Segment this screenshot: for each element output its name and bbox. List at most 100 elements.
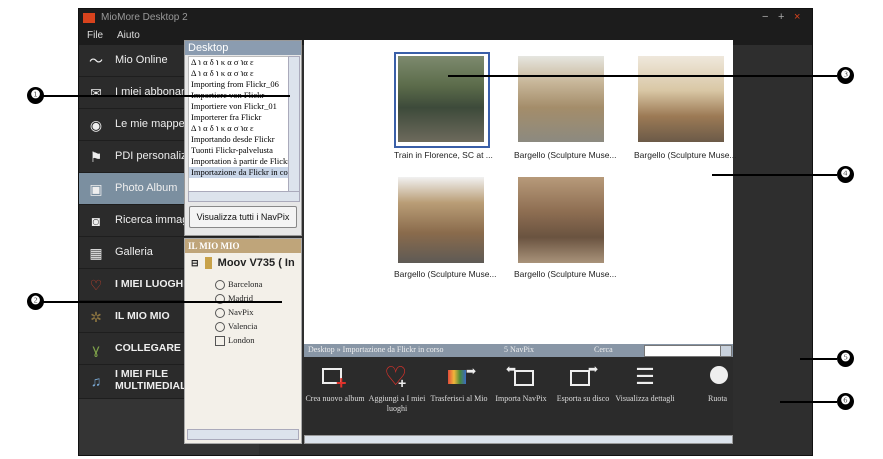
create-album-icon: + — [320, 364, 350, 392]
folder-item[interactable]: Δ ℩ α δ ℩ κ α σ ℩α ε — [189, 123, 289, 134]
action-label: Crea nuovo album — [305, 394, 365, 403]
folder-icon — [215, 336, 225, 347]
photo-image — [638, 56, 724, 142]
tree-item-navpix[interactable]: NavPix — [215, 307, 254, 319]
callout-line-6 — [780, 401, 837, 403]
transfer-icon: ➡ — [444, 364, 476, 390]
photo-image — [518, 177, 604, 263]
folder-item[interactable]: Importation à partir de Flickr — [189, 156, 289, 167]
folder-item[interactable]: Importiere von Flickr_01 — [189, 101, 289, 112]
tree-item-valencia[interactable]: Valencia — [215, 321, 258, 333]
folder-list: Δ ℩ α δ ℩ κ α σ ℩α ε Δ ℩ α δ ℩ κ α σ ℩α … — [188, 56, 290, 192]
photo-thumbnail[interactable] — [394, 173, 490, 269]
export-to-disk-button[interactable]: ➡ Esporta su disco — [552, 361, 614, 404]
tree-item-label: London — [228, 335, 255, 345]
view-all-navpix-button[interactable]: Visualizza tutti i NavPix — [189, 206, 297, 228]
photo-image — [518, 56, 604, 142]
photo-thumbnail[interactable] — [514, 173, 610, 269]
envelope-icon: ✉ — [90, 85, 102, 101]
expand-collapse-icon[interactable]: ⊟ — [191, 258, 199, 268]
flag-icon: ⚑ — [89, 149, 103, 165]
device-node[interactable]: ⊟ Moov V735 ( In — [191, 257, 295, 270]
my-mio-panel: IL MIO MIO ⊟ Moov V735 ( In Barcelona Ma… — [184, 238, 302, 444]
sidebar-item-label: Photo Album — [115, 182, 178, 194]
tree-item-london[interactable]: London — [215, 335, 255, 347]
action-label: Importa NavPix — [495, 394, 547, 403]
app-logo-icon — [83, 13, 95, 23]
callout-line-1 — [42, 95, 290, 97]
folder-item[interactable]: Tuonti Flickr-palvelusta — [189, 145, 289, 156]
search-label: Cerca — [594, 345, 613, 354]
camera-icon: ◙ — [91, 213, 101, 229]
folder-horizontal-scrollbar[interactable] — [188, 191, 300, 202]
sidebar-item-label: Le mie mappe — [115, 118, 185, 130]
rotate-icon — [694, 364, 728, 390]
folder-item[interactable]: Importing from Flickr_06 — [189, 79, 289, 90]
create-album-button[interactable]: + Crea nuovo album — [304, 361, 366, 404]
transfer-to-mio-button[interactable]: ➡ Trasferisci al Mio — [428, 361, 490, 404]
callout-badge-2: ❷ — [27, 293, 44, 310]
menu-file[interactable]: File — [87, 30, 103, 41]
callout-line-3 — [448, 75, 837, 77]
toolbar-horizontal-scrollbar[interactable] — [304, 435, 733, 444]
rotate-button[interactable]: Ruota — [684, 361, 733, 404]
add-to-my-places-button[interactable]: ♡ + Aggiungi a I miei luoghi — [366, 361, 428, 414]
import-navpix-button[interactable]: ⬅ Importa NavPix — [490, 361, 552, 404]
callout-line-4 — [712, 174, 837, 176]
tree-item-label: Valencia — [228, 321, 258, 331]
photo-caption: Bargello (Sculpture Muse... — [394, 269, 497, 279]
folder-item[interactable]: Δ ℩ α δ ℩ κ α σ ℩α ε — [189, 68, 289, 79]
sidebar-item-label: Mio Online — [115, 54, 168, 66]
details-list-icon: ☰ — [635, 364, 655, 389]
folder-panel-title: Desktop — [185, 41, 301, 55]
export-icon: ➡ — [568, 362, 598, 390]
minimize-button[interactable]: − — [762, 11, 768, 23]
photo-caption: Bargello (Sculpture Muse... — [634, 150, 737, 160]
device-label: Moov V735 ( In — [217, 257, 295, 269]
gallery-icon: ▦ — [89, 245, 103, 261]
album-icon — [215, 322, 225, 333]
search-button[interactable] — [720, 345, 732, 357]
folder-item[interactable]: Importando desde Flickr — [189, 134, 289, 145]
folder-item[interactable]: Importazione da Flickr in corso — [189, 167, 289, 178]
action-label: Ruota — [708, 394, 728, 403]
connect-icon: ɣ — [92, 341, 100, 357]
album-icon — [215, 280, 225, 291]
folder-item[interactable]: Importerer fra Flickr — [189, 112, 289, 123]
tree-item-barcelona[interactable]: Barcelona — [215, 279, 262, 291]
map-pin-icon: ◉ — [89, 117, 103, 133]
heart-icon: ♡ — [89, 277, 103, 293]
action-toolbar: + Crea nuovo album ♡ + Aggiungi a I miei… — [304, 357, 733, 435]
photo-caption: Train in Florence, SC at ... — [394, 150, 493, 160]
action-label: Esporta su disco — [556, 394, 610, 403]
callout-badge-1: ❶ — [27, 87, 44, 104]
breadcrumb: Desktop » Importazione da Flickr in cors… — [308, 345, 444, 354]
callout-badge-4: ❹ — [837, 166, 854, 183]
maximize-button[interactable]: + — [778, 11, 784, 23]
tree-horizontal-scrollbar[interactable] — [187, 429, 299, 440]
folder-vertical-scrollbar[interactable] — [288, 56, 300, 192]
mio-online-icon: 〜 — [89, 53, 103, 69]
photo-thumbnail[interactable] — [394, 52, 490, 148]
action-label: Aggiungi a I miei luoghi — [368, 394, 426, 413]
photo-grid: Train in Florence, SC at ... Bargello (S… — [304, 40, 737, 345]
callout-badge-5: ❺ — [837, 350, 854, 367]
view-details-button[interactable]: ☰ Visualizza dettagli — [614, 361, 676, 404]
status-bar: Desktop » Importazione da Flickr in cors… — [304, 344, 733, 357]
photo-thumbnail[interactable] — [514, 52, 610, 148]
my-mio-panel-title: IL MIO MIO — [185, 239, 301, 253]
music-note-icon: ♫ — [90, 373, 102, 389]
callout-line-5 — [800, 358, 837, 360]
title-bar: MioMore Desktop 2 − + × — [79, 9, 812, 27]
photo-caption: Bargello (Sculpture Muse... — [514, 150, 617, 160]
sidebar-item-label: COLLEGARE — [115, 342, 181, 354]
close-button[interactable]: × — [794, 11, 800, 23]
sidebar-item-label: I MIEI LUOGHI — [115, 278, 187, 290]
folder-panel: Desktop Δ ℩ α δ ℩ κ α σ ℩α ε Δ ℩ α δ ℩ κ… — [184, 40, 302, 236]
menu-help[interactable]: Aiuto — [117, 30, 140, 41]
photo-thumbnail[interactable] — [634, 52, 730, 148]
sidebar-item-label: IL MIO MIO — [115, 310, 170, 322]
action-label: Trasferisci al Mio — [430, 394, 488, 403]
folder-item[interactable]: Δ ℩ α δ ℩ κ α σ ℩α ε — [189, 57, 289, 68]
search-input[interactable] — [644, 345, 722, 357]
